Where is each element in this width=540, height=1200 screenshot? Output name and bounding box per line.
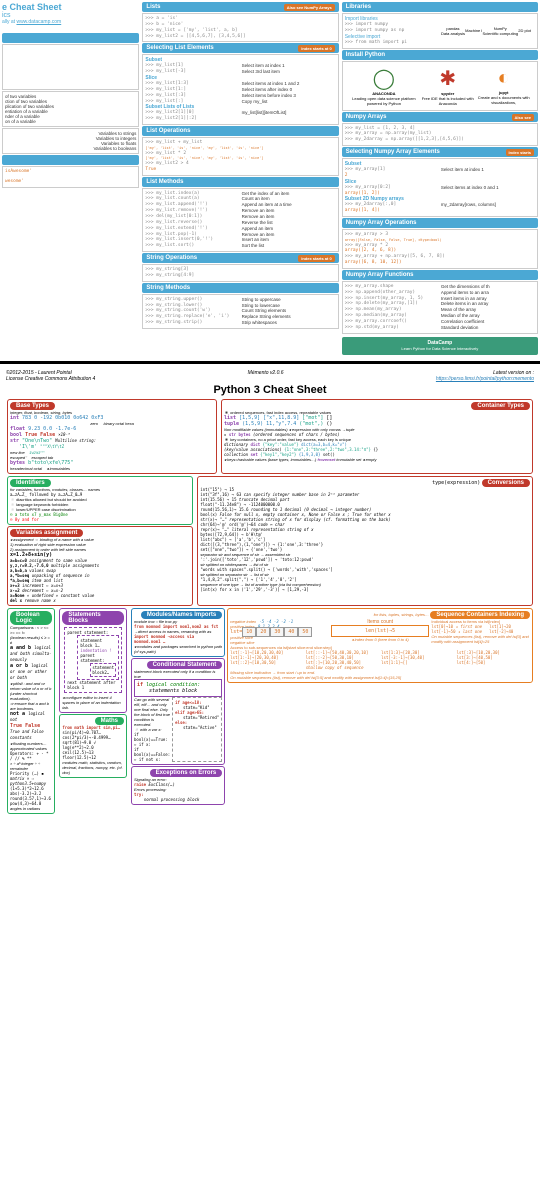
hdr-numpysel: Selecting Numpy Array ElementsIndex star… — [342, 147, 538, 157]
spyder-logo: ✱spyderFree IDE that is included with An… — [421, 66, 474, 106]
box-maths: Maths from math import sin,pi… sin(pi/4)… — [59, 714, 127, 778]
hdr-strops: String OperationsIndex starts at 0 — [142, 253, 338, 263]
datacamp-cheatsheet: e Cheat Sheet ics ally at www.datacamp.c… — [0, 0, 540, 357]
hdr-install: Install Python — [342, 50, 538, 60]
box-indexing: for lists, tuples, strings, bytes… Seque… — [227, 608, 533, 683]
hdr-listmethods: List Methods — [142, 177, 338, 187]
box-conversions: type(expression) Conversions int("15") →… — [197, 476, 533, 606]
hdr-blank — [2, 33, 139, 43]
page-title: e Cheat Sheet — [2, 2, 139, 12]
box-identifiers: Identifiers for variables, functions, mo… — [7, 476, 193, 525]
box-vars: Variables assignment ◂ assignment ⇔ bind… — [7, 526, 193, 606]
hdr-numpy: Numpy ArraysAlso see — [342, 112, 538, 122]
hdr-lists: ListsAlso see NumPy Arrays — [142, 2, 338, 12]
hdr-blank2 — [2, 155, 139, 165]
jupyter-logo: ◐jupytCreate and s documents with visual… — [474, 67, 533, 105]
box-exc: Exceptions on Errors Signaling an error:… — [131, 766, 225, 805]
sklearn-logo: Machine l — [465, 28, 482, 33]
python3-cheatsheet: ©2012-2015 - Laurent Pointal License Cre… — [0, 361, 540, 821]
hdr-selecting: Selecting List ElementsIndex starts at 0 — [142, 43, 338, 53]
box-bool: Boolean Logic Comparisons : < > <= >= ==… — [7, 608, 55, 814]
hdr-libs: Libraries — [342, 2, 538, 12]
lists-create: >>> a = 'is' >>> b = 'nice' >>> my_list … — [142, 13, 338, 42]
box-basetypes: Base Types integer, float, boolean, stri… — [7, 399, 217, 474]
memento-url[interactable]: https://perso.limsi.fr/pointal/python:me… — [436, 376, 534, 382]
hdr-listops: List Operations — [142, 126, 338, 136]
sheet2-title: Python 3 Cheat Sheet — [6, 384, 534, 396]
anaconda-logo: ◯ANACONDALeading open data science platf… — [347, 66, 421, 106]
box-container: Container Types ◾ ordered sequences, fas… — [221, 399, 533, 474]
hdr-numpyops: Numpy Array Operations — [342, 218, 538, 228]
hdr-numpyfunc: Numpy Array Functions — [342, 270, 538, 280]
matplotlib-logo: 2D plot — [518, 28, 531, 33]
box-modules: Modules/Names Imports module truc⇔file t… — [131, 608, 225, 657]
link-url[interactable]: www.datacamp.com — [16, 19, 61, 25]
pandas-logo: pandasData analysis — [441, 26, 465, 36]
box-cond: Conditional Statement statement block ex… — [131, 658, 225, 765]
numpy-logo: NumPyScientific computing — [482, 26, 518, 36]
datacamp-footer: DataCamp Learn Python for Data Science I… — [342, 337, 538, 355]
subtitle: ics — [2, 12, 139, 19]
hdr-strmethods: String Methods — [142, 283, 338, 293]
box-blocks: Statements Blocks parent statement: stat… — [59, 608, 127, 713]
